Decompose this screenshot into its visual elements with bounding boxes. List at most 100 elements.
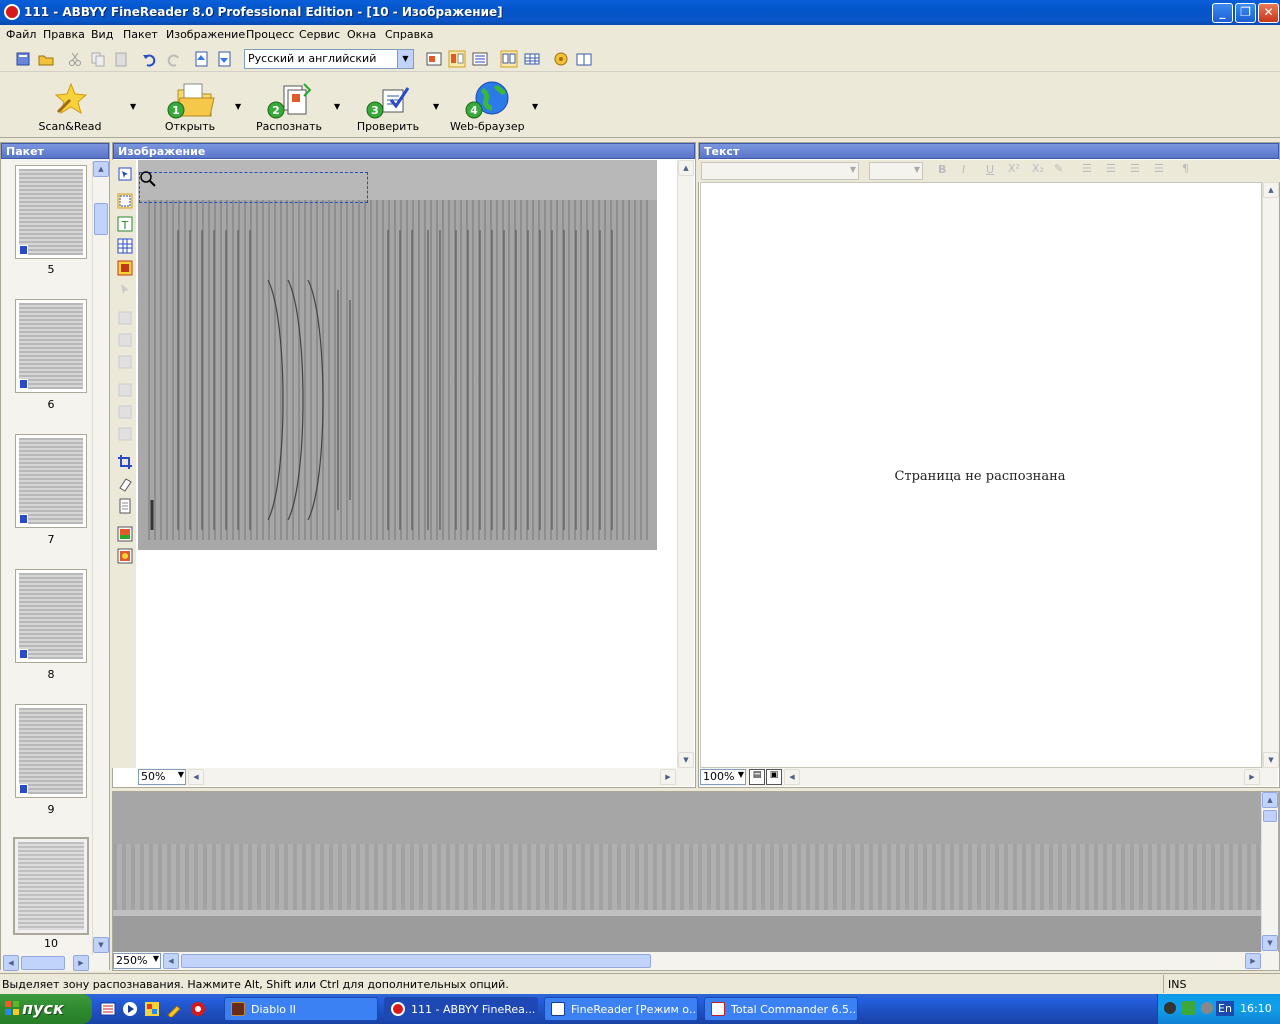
scroll-thumb[interactable]: [1263, 810, 1277, 822]
zoom-image-panel[interactable]: ▲ ▼ 250% ▼ ◀ ▶: [112, 791, 1280, 971]
format-brush-icon[interactable]: ✎: [1054, 162, 1063, 175]
table-view-icon[interactable]: [523, 50, 541, 68]
merge-cells-icon[interactable]: [117, 426, 133, 442]
restore-button[interactable]: ❐: [1235, 3, 1256, 23]
menu-help[interactable]: Справка: [385, 28, 433, 41]
open-batch-icon[interactable]: [37, 50, 55, 68]
menu-service[interactable]: Сервис: [299, 28, 340, 41]
subscript-icon[interactable]: X₂: [1032, 162, 1044, 175]
menu-process[interactable]: Процесс: [246, 28, 294, 41]
paragraph-icon[interactable]: ¶: [1182, 162, 1189, 175]
table-separator-icon[interactable]: [117, 404, 133, 420]
menu-image[interactable]: Изображение: [166, 28, 245, 41]
zoom-vertical-scrollbar[interactable]: ▲ ▼: [1261, 792, 1278, 952]
check-dropdown-icon[interactable]: ▼: [433, 102, 439, 111]
scroll-down-icon[interactable]: ▼: [93, 937, 109, 953]
table-zone-icon[interactable]: [117, 238, 133, 254]
text-zoom-select[interactable]: 100% ▼: [700, 769, 746, 785]
scan-read-button[interactable]: Scan&Read: [35, 78, 105, 134]
bold-icon[interactable]: B: [938, 163, 946, 176]
superscript-icon[interactable]: X²: [1008, 162, 1020, 175]
scroll-left-icon[interactable]: ◀: [784, 769, 800, 785]
image-edit-icon[interactable]: [117, 548, 133, 564]
tray-speaker-icon[interactable]: [1164, 1002, 1176, 1014]
thumbnail-page-6[interactable]: [15, 299, 87, 393]
recognition-zone-selection[interactable]: [139, 172, 368, 203]
app-icon[interactable]: [4, 4, 20, 20]
batch-vertical-scrollbar[interactable]: ▲ ▼: [92, 161, 109, 956]
image-text-view-icon[interactable]: [448, 50, 466, 68]
next-page-icon[interactable]: [216, 50, 234, 68]
scroll-left-icon[interactable]: ◀: [188, 769, 204, 785]
cut-icon[interactable]: [66, 50, 84, 68]
menu-edit[interactable]: Правка: [43, 28, 85, 41]
scroll-up-icon[interactable]: ▲: [93, 161, 109, 177]
tray-clock[interactable]: 16:10: [1240, 1002, 1272, 1015]
thumbnail-page-8[interactable]: [15, 569, 87, 663]
scan-read-dropdown-icon[interactable]: ▼: [130, 102, 136, 111]
text-zone-icon[interactable]: T: [117, 216, 133, 232]
delete-zone-icon[interactable]: [117, 354, 133, 370]
options-icon[interactable]: [552, 50, 570, 68]
thumbnail-page-5[interactable]: [15, 165, 87, 259]
page-properties-icon[interactable]: [117, 498, 133, 514]
menu-windows[interactable]: Окна: [347, 28, 376, 41]
paste-icon[interactable]: [112, 50, 130, 68]
align-center-icon[interactable]: ☰: [1106, 162, 1116, 175]
thumbnail-page-10[interactable]: [13, 837, 89, 935]
tray-language[interactable]: En: [1216, 1001, 1234, 1016]
tray-network-icon[interactable]: [1182, 1001, 1196, 1015]
open-dropdown-icon[interactable]: ▼: [235, 102, 241, 111]
add-zone-part-icon[interactable]: [117, 310, 133, 326]
redo-icon[interactable]: [164, 50, 182, 68]
check-button[interactable]: 3 Проверить: [355, 78, 421, 134]
quicklaunch-abbyy-icon[interactable]: [190, 1001, 206, 1017]
scroll-thumb[interactable]: [181, 954, 651, 968]
scroll-down-icon[interactable]: ▼: [1262, 935, 1278, 951]
task-finereader-mode[interactable]: FineReader [Режим о...: [544, 997, 698, 1021]
batch-horizontal-scrollbar[interactable]: ◀ ▶: [1, 955, 109, 971]
font-name-select[interactable]: ▼: [701, 162, 859, 180]
recognition-zone-icon[interactable]: [117, 193, 133, 209]
prev-page-icon[interactable]: [193, 50, 211, 68]
quicklaunch-tool-icon[interactable]: [166, 1001, 182, 1017]
split-view-icon[interactable]: [500, 50, 518, 68]
scroll-right-icon[interactable]: ▶: [660, 769, 676, 785]
cut-zone-part-icon[interactable]: [117, 332, 133, 348]
menu-file[interactable]: Файл: [6, 28, 36, 41]
quicklaunch-commander-icon[interactable]: [100, 1001, 116, 1017]
italic-icon[interactable]: I: [962, 163, 965, 176]
cursor-icon[interactable]: [117, 282, 133, 298]
dictionary-icon[interactable]: [575, 50, 593, 68]
scroll-right-icon[interactable]: ▶: [1244, 769, 1260, 785]
language-select[interactable]: Русский и английский ▼: [244, 49, 414, 69]
quicklaunch-paint-icon[interactable]: [144, 1001, 160, 1017]
image-view-icon[interactable]: [425, 50, 443, 68]
scroll-right-icon[interactable]: ▶: [1245, 953, 1261, 969]
web-browser-dropdown-icon[interactable]: ▼: [532, 102, 538, 111]
scroll-right-icon[interactable]: ▶: [73, 955, 89, 971]
thumbnail-page-7[interactable]: [15, 434, 87, 528]
align-left-icon[interactable]: ☰: [1082, 162, 1092, 175]
text-view-icon[interactable]: [471, 50, 489, 68]
scroll-down-icon[interactable]: ▼: [678, 752, 694, 768]
scroll-up-icon[interactable]: ▲: [1263, 182, 1279, 198]
copy-icon[interactable]: [89, 50, 107, 68]
task-total-commander[interactable]: Total Commander 6.5...: [704, 997, 858, 1021]
menu-batch[interactable]: Пакет: [123, 28, 158, 41]
zoom-select[interactable]: 250% ▼: [113, 953, 161, 969]
page-layout-icon[interactable]: ▣: [766, 769, 782, 785]
crop-icon[interactable]: [117, 454, 133, 470]
image-color-icon[interactable]: [117, 526, 133, 542]
recognize-button[interactable]: 2 Распознать: [254, 78, 324, 134]
scroll-up-icon[interactable]: ▲: [1262, 792, 1278, 808]
menu-view[interactable]: Вид: [91, 28, 113, 41]
underline-icon[interactable]: U: [986, 163, 994, 176]
align-justify-icon[interactable]: ☰: [1154, 162, 1164, 175]
scroll-left-icon[interactable]: ◀: [3, 955, 19, 971]
scroll-left-icon[interactable]: ◀: [163, 953, 179, 969]
quicklaunch-media-icon[interactable]: [122, 1001, 138, 1017]
normal-view-icon[interactable]: ▤: [749, 769, 765, 785]
image-vertical-scrollbar[interactable]: ▲ ▼: [677, 160, 694, 768]
scroll-down-icon[interactable]: ▼: [1263, 752, 1279, 768]
